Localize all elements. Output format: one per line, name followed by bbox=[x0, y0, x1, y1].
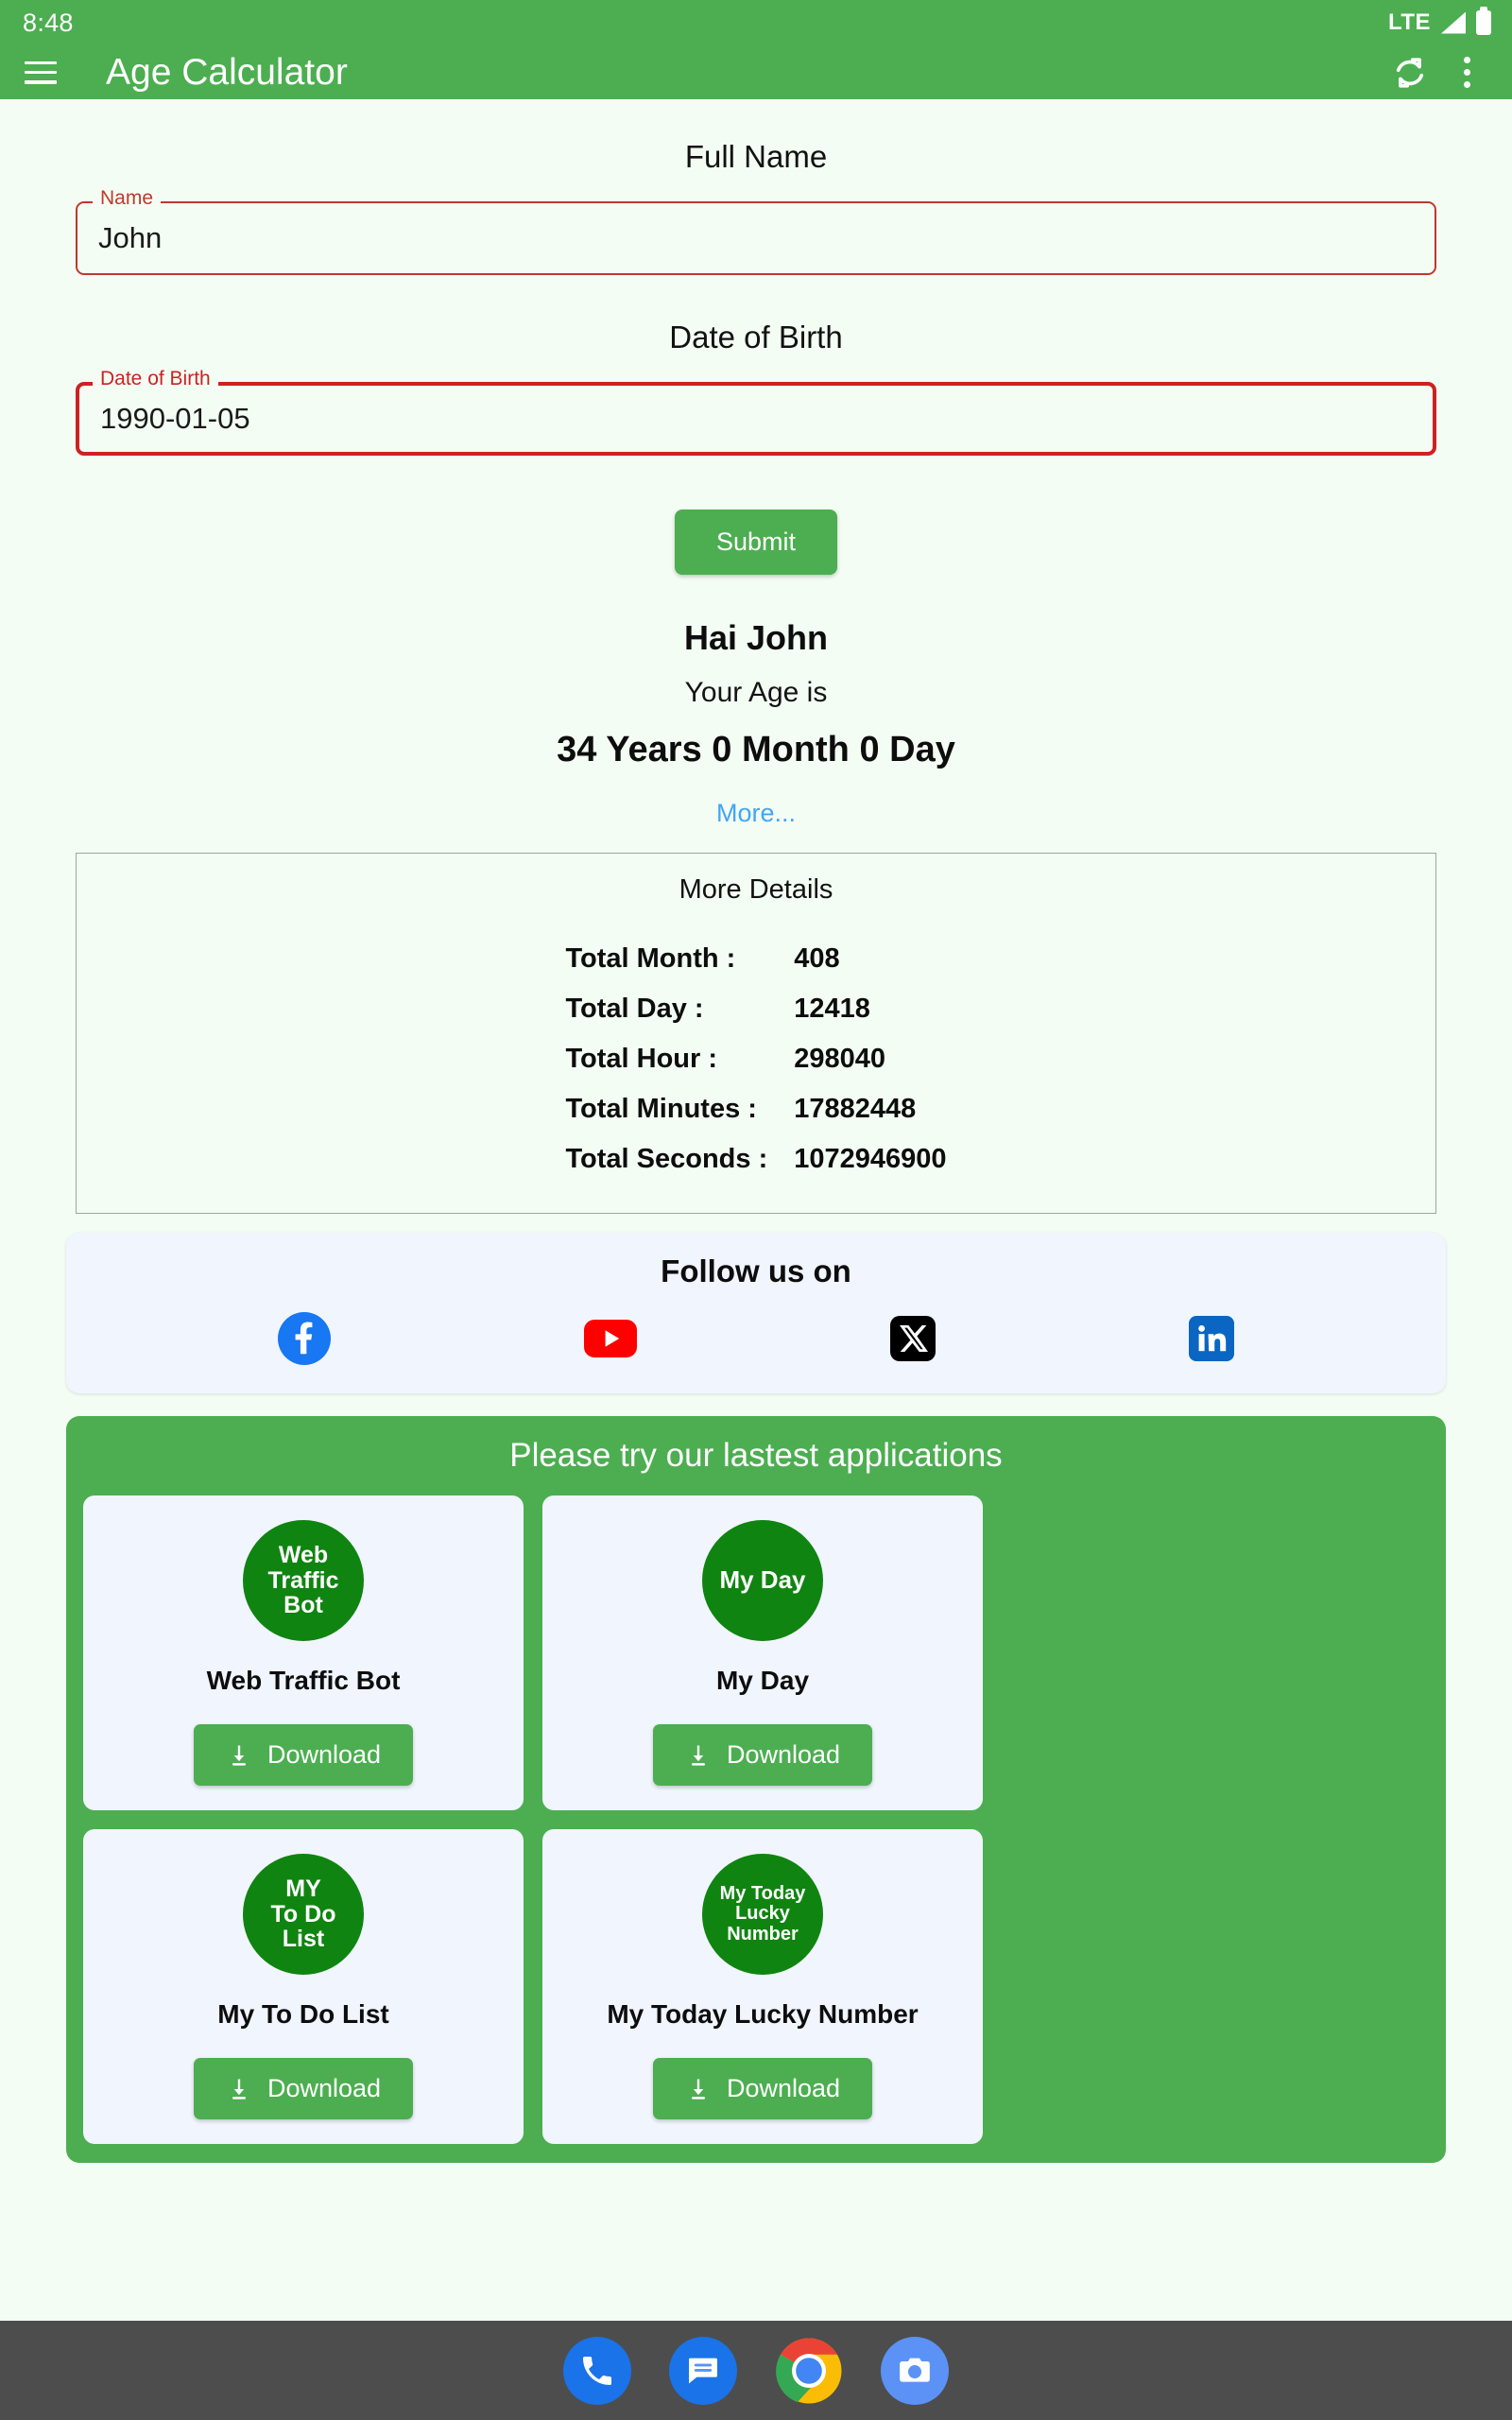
download-button-label: Download bbox=[726, 1740, 841, 1769]
app-name: My Day bbox=[715, 1666, 810, 1695]
detail-value: 1072946900 bbox=[794, 1144, 947, 1174]
download-button-label: Download bbox=[726, 2074, 841, 2102]
signal-bars-icon bbox=[1441, 11, 1466, 34]
download-arrow-icon bbox=[685, 1742, 712, 1769]
detail-value: 298040 bbox=[794, 1044, 886, 1074]
app-card[interactable]: Web Traffic Bot Web Traffic Bot Download bbox=[83, 1495, 524, 1810]
detail-value: 408 bbox=[794, 943, 840, 974]
download-button[interactable]: Download bbox=[652, 1724, 873, 1786]
name-input-value: John bbox=[98, 221, 163, 254]
more-details-table: Total Month : 408 Total Day : 12418 Total Ho… bbox=[565, 934, 946, 1184]
dob-field-wrapper: 1990-01-05 Date of Birth bbox=[76, 368, 1436, 456]
app-logo-line: MY bbox=[285, 1876, 321, 1903]
table-row: Total Day : 12418 bbox=[565, 984, 946, 1034]
detail-key: Total Day : bbox=[565, 994, 704, 1024]
detail-value: 12418 bbox=[794, 994, 870, 1024]
result-greeting: Hai John bbox=[683, 618, 828, 657]
app-card[interactable]: My Today Lucky Number My Today Lucky Number… bbox=[542, 1829, 983, 2144]
download-arrow-icon bbox=[685, 2076, 712, 2102]
detail-value: 17882448 bbox=[794, 1094, 917, 1124]
latest-applications-title: Please try our lastest applications bbox=[509, 1437, 1003, 1474]
more-link[interactable]: More... bbox=[0, 799, 1512, 828]
app-logo-line: Traffic bbox=[267, 1566, 339, 1594]
table-row: Total Minutes : 17882448 bbox=[565, 1084, 946, 1134]
app-name: My Today Lucky Number bbox=[607, 1999, 919, 2029]
download-button[interactable]: Download bbox=[193, 2058, 414, 2119]
android-dock bbox=[0, 2321, 1512, 2420]
app-logo-line: My Day bbox=[719, 1565, 806, 1595]
dob-input[interactable]: 1990-01-05 bbox=[76, 382, 1436, 456]
main-content: Full Name John Name Date of Birth 1990-0… bbox=[0, 99, 1512, 2420]
detail-key: Total Minutes : bbox=[565, 1094, 757, 1124]
x-twitter-icon[interactable] bbox=[890, 1316, 936, 1361]
network-type-label: LTE bbox=[1387, 9, 1431, 35]
status-bar-time: 8:48 bbox=[23, 8, 74, 37]
download-button[interactable]: Download bbox=[193, 1724, 414, 1786]
app-logo-line: My Today bbox=[719, 1883, 806, 1905]
dob-field-label: Date of Birth bbox=[93, 368, 218, 390]
table-row: Total Seconds : 1072946900 bbox=[565, 1134, 946, 1184]
sync-refresh-icon[interactable] bbox=[1389, 52, 1431, 94]
name-field-wrapper: John Name bbox=[76, 187, 1436, 275]
result-subtitle: Your Age is bbox=[684, 677, 828, 708]
download-arrow-icon bbox=[226, 2076, 252, 2102]
app-name: Web Traffic Bot bbox=[206, 1666, 401, 1695]
app-logo-line: To Do bbox=[270, 1900, 336, 1927]
result-age-value: 34 Years 0 Month 0 Day bbox=[557, 730, 955, 769]
app-card[interactable]: MY To Do List My To Do List Download bbox=[83, 1829, 524, 2144]
page-title: Age Calculator bbox=[106, 51, 348, 93]
app-bar: Age Calculator bbox=[0, 45, 1512, 99]
download-button-label: Download bbox=[266, 2074, 382, 2102]
follow-us-card: Follow us on bbox=[66, 1233, 1446, 1393]
more-details-title: More Details bbox=[679, 874, 833, 905]
app-logo-icon: MY To Do List bbox=[243, 1854, 364, 1975]
table-row: Total Month : 408 bbox=[565, 934, 946, 984]
hamburger-menu-icon[interactable] bbox=[23, 59, 59, 87]
app-logo-icon: My Day bbox=[702, 1520, 823, 1641]
full-name-heading: Full Name bbox=[684, 139, 828, 174]
app-logo-icon: Web Traffic Bot bbox=[243, 1520, 364, 1641]
phone-icon[interactable] bbox=[563, 2336, 631, 2405]
messages-icon[interactable] bbox=[669, 2336, 737, 2405]
download-button-label: Download bbox=[266, 1740, 382, 1769]
app-logo-line: Number bbox=[727, 1923, 799, 1945]
app-card[interactable]: My Day My Day Download bbox=[542, 1495, 983, 1810]
table-row: Total Hour : 298040 bbox=[565, 1034, 946, 1084]
app-logo-line: Web bbox=[278, 1542, 329, 1569]
overflow-menu-icon[interactable] bbox=[1446, 52, 1487, 94]
linkedin-icon[interactable] bbox=[1189, 1316, 1234, 1361]
status-bar-indicators: LTE bbox=[1387, 7, 1491, 36]
applications-grid: Web Traffic Bot Web Traffic Bot Download My D… bbox=[83, 1495, 1429, 2144]
app-name: My To Do List bbox=[217, 1999, 389, 2029]
chrome-icon[interactable] bbox=[775, 2337, 843, 2405]
youtube-icon[interactable] bbox=[584, 1319, 637, 1358]
app-logo-icon: My Today Lucky Number bbox=[702, 1854, 823, 1975]
submit-button[interactable]: Submit bbox=[674, 510, 838, 575]
social-icons-row bbox=[66, 1312, 1446, 1365]
camera-icon[interactable] bbox=[881, 2336, 949, 2405]
follow-us-title: Follow us on bbox=[661, 1253, 851, 1288]
name-input[interactable]: John bbox=[76, 201, 1436, 275]
date-of-birth-heading: Date of Birth bbox=[669, 320, 843, 354]
more-details-box: More Details Total Month : 408 Total Day :… bbox=[76, 853, 1436, 1214]
facebook-icon[interactable] bbox=[278, 1312, 331, 1365]
latest-applications-panel: Please try our lastest applications Web T… bbox=[66, 1416, 1446, 2163]
name-field-label: Name bbox=[93, 187, 162, 210]
detail-key: Total Seconds : bbox=[565, 1144, 768, 1174]
app-logo-line: Bot bbox=[284, 1592, 323, 1619]
detail-key: Total Month : bbox=[565, 943, 736, 974]
app-logo-line: List bbox=[282, 1926, 325, 1953]
app-logo-line: Lucky bbox=[735, 1903, 790, 1925]
detail-key: Total Hour : bbox=[565, 1044, 718, 1074]
submit-row: Submit bbox=[0, 510, 1512, 575]
download-button[interactable]: Download bbox=[652, 2058, 873, 2119]
dob-input-value: 1990-01-05 bbox=[100, 402, 250, 435]
status-bar: 8:48 LTE bbox=[0, 0, 1512, 45]
download-arrow-icon bbox=[226, 1742, 252, 1769]
battery-full-icon bbox=[1476, 7, 1491, 35]
